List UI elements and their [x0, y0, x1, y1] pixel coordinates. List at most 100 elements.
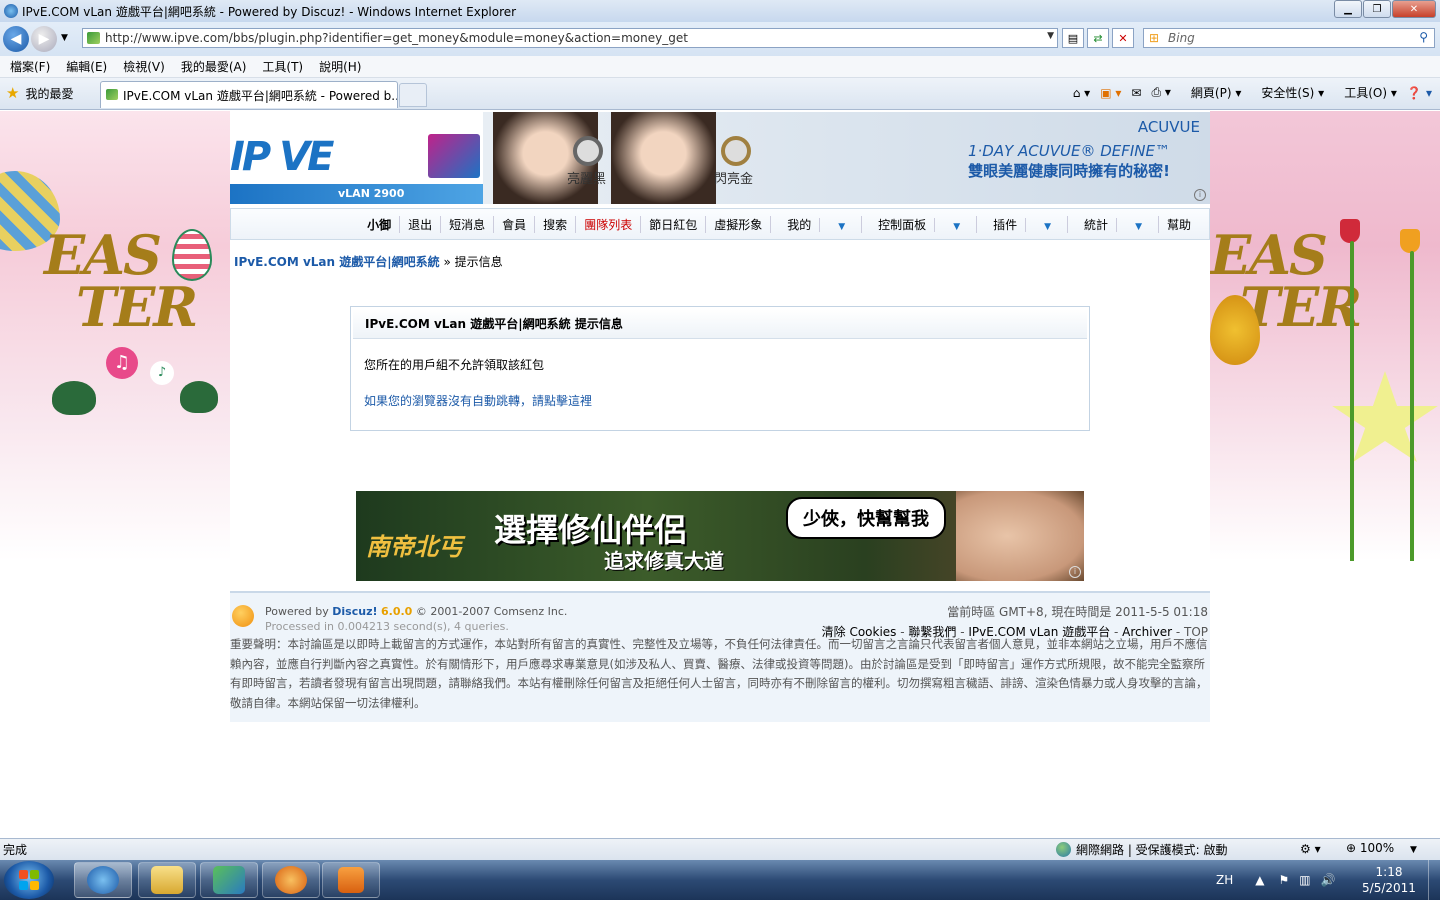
copyright: © 2001-2007 Comsenz Inc. — [415, 605, 568, 618]
back-button[interactable]: ◀ — [3, 26, 29, 52]
music-note-icon: ♫ — [106, 347, 138, 379]
nav-plugins[interactable]: 插件 ▼ — [977, 215, 1069, 233]
breadcrumb-current: 提示信息 — [454, 255, 503, 269]
compat-view-icon[interactable]: ▤ — [1062, 28, 1084, 48]
show-desktop-button[interactable] — [1428, 860, 1440, 900]
tulip-decoration — [1340, 219, 1360, 243]
nav-holiday-redpacket[interactable]: 節日紅包 — [641, 215, 707, 233]
nav-pm[interactable]: 短消息 — [441, 215, 495, 233]
bottom-advertisement[interactable]: 南帝北丐 選擇修仙伴侶 追求修真大道 少俠，快幫幫我 i — [356, 491, 1084, 581]
nav-avatar[interactable]: 虛擬形象 — [706, 215, 772, 233]
window-title: IPvE.COM vLan 遊戲平台|網吧系統 - Powered by Dis… — [22, 4, 517, 19]
lens-gold-label: 閃亮金 — [714, 172, 754, 187]
url-input[interactable]: http://www.ipve.com/bbs/plugin.php?ident… — [82, 28, 1058, 48]
search-icon[interactable]: ⚲ — [1419, 30, 1428, 44]
network-icon[interactable]: ▥ — [1299, 873, 1310, 887]
taskbar-explorer[interactable] — [138, 862, 196, 898]
lens-black-label: 亮麗黑 — [567, 172, 607, 187]
stop-icon[interactable]: ✕ — [1112, 28, 1134, 48]
tulip-decoration — [1400, 229, 1420, 253]
taskbar-messenger[interactable] — [200, 862, 258, 898]
language-indicator[interactable]: ZH — [1216, 873, 1233, 887]
easter-text-left-2: TER — [76, 275, 198, 339]
nav-control-panel[interactable]: 控制面板 ▼ — [862, 215, 978, 233]
site-favicon — [87, 32, 100, 44]
grass-decoration — [1350, 241, 1354, 561]
redirect-link[interactable]: 如果您的瀏覽器沒有自動跳轉，請點擊這裡 — [364, 392, 592, 409]
header-banner: IP VE vLAN 2900 亮麗黑 閃亮金 ACUVUE 1·DAY ACU… — [230, 112, 1210, 204]
security-zone[interactable]: 網際網路 | 受保護模式: 啟動 — [1056, 841, 1228, 858]
lens-black-image — [573, 136, 603, 166]
bing-icon: ⊞ — [1149, 31, 1160, 45]
nav-stats[interactable]: 統計 ▼ — [1068, 215, 1159, 233]
windows-logo-icon — [19, 870, 39, 890]
top-advertisement[interactable]: 亮麗黑 閃亮金 ACUVUE 1·DAY ACUVUE® DEFINE™ 雙眼美… — [483, 112, 1210, 204]
chevron-down-icon: ▼ — [1044, 221, 1052, 232]
menu-view[interactable]: 檢視(V) — [123, 58, 165, 75]
favorites-button[interactable]: ★ 我的最愛 — [6, 84, 73, 102]
nav-logout[interactable]: 退出 — [400, 215, 442, 233]
clock-time: 1:18 — [1375, 865, 1403, 879]
tab-favicon — [106, 89, 118, 100]
message-box: IPvE.COM vLan 遊戲平台|網吧系統 提示信息 您所在的用戶組不允許領… — [350, 306, 1090, 431]
tray-expand-icon[interactable]: ▲ — [1255, 873, 1264, 887]
ad-game-logo: 南帝北丐 — [366, 533, 462, 561]
menu-file[interactable]: 檔案(F) — [10, 58, 50, 75]
url-dropdown-icon[interactable]: ▼ — [1047, 31, 1054, 41]
clock[interactable]: 1:18 5/5/2011 — [1352, 864, 1426, 896]
nav-members[interactable]: 會員 — [494, 215, 536, 233]
taskbar-app[interactable] — [262, 862, 320, 898]
menu-tools[interactable]: 工具(T) — [262, 58, 303, 75]
menu-help[interactable]: 說明(H) — [319, 58, 361, 75]
mail-icon[interactable]: ✉ — [1131, 86, 1141, 100]
start-button[interactable] — [4, 861, 54, 899]
safety-menu[interactable]: 安全性(S) ▾ — [1251, 84, 1324, 101]
media-player-icon — [338, 867, 364, 893]
menu-edit[interactable]: 編輯(E) — [66, 58, 107, 75]
logo-text: IP VE — [230, 134, 334, 180]
breadcrumb-home[interactable]: IPvE.COM vLan 遊戲平台|網吧系統 — [234, 255, 440, 269]
taskbar-media[interactable] — [322, 862, 380, 898]
taskbar-ie[interactable] — [74, 862, 132, 898]
zoom-level[interactable]: ⊕ 100% — [1346, 841, 1394, 855]
search-input[interactable]: ⊞ Bing ⚲ — [1143, 28, 1435, 48]
volume-icon[interactable]: 🔊 — [1321, 873, 1336, 887]
page-footer: Powered by Discuz! 6.0.0 © 2001-2007 Com… — [230, 591, 1210, 722]
new-tab-button[interactable] — [399, 83, 427, 107]
home-icon[interactable]: ⌂ ▾ — [1073, 86, 1090, 100]
close-button[interactable]: ✕ — [1392, 0, 1436, 18]
feeds-icon[interactable]: ▣ ▾ — [1100, 86, 1121, 100]
minimize-button[interactable]: ▁ — [1334, 0, 1362, 18]
tab-active[interactable]: IPvE.COM vLan 遊戲平台|網吧系統 - Powered b... — [100, 81, 398, 108]
refresh-icon[interactable]: ⇄ — [1087, 28, 1109, 48]
ad-info-icon[interactable]: i — [1069, 566, 1081, 578]
discuz-link[interactable]: Discuz! — [332, 605, 377, 618]
chevron-down-icon: ▼ — [953, 221, 961, 232]
ie-icon — [87, 866, 119, 894]
message-text: 您所在的用戶組不允許領取該紅包 — [364, 358, 545, 372]
menu-favorites[interactable]: 我的最愛(A) — [181, 58, 247, 75]
ad-info-icon[interactable]: i — [1194, 189, 1206, 201]
breadcrumb: IPvE.COM vLan 遊戲平台|網吧系統 » 提示信息 — [234, 253, 503, 270]
maximize-button[interactable]: ❐ — [1363, 0, 1391, 18]
help-icon[interactable]: ❓ ▾ — [1407, 86, 1432, 100]
nav-team-list[interactable]: 團隊列表 — [576, 215, 642, 233]
page-menu[interactable]: 網頁(P) ▾ — [1181, 84, 1241, 101]
nav-search[interactable]: 搜索 — [535, 215, 577, 233]
zoom-dropdown-icon[interactable]: ▼ — [1410, 845, 1417, 855]
globe-icon — [1056, 842, 1071, 857]
tools-menu[interactable]: 工具(O) ▾ — [1334, 84, 1397, 101]
print-icon[interactable]: ⎙ ▾ — [1151, 85, 1170, 100]
clock-date: 5/5/2011 — [1362, 881, 1416, 895]
app-icon — [275, 866, 307, 894]
breadcrumb-sep: » — [443, 255, 451, 269]
nav-help[interactable]: 幫助 — [1159, 216, 1199, 233]
popup-icon[interactable]: ⚙ ▾ — [1300, 842, 1321, 856]
nav-username[interactable]: 小御 — [359, 215, 401, 233]
nav-my[interactable]: 我的 ▼ — [771, 215, 863, 233]
forward-button[interactable]: ▶ — [31, 26, 57, 52]
action-center-icon[interactable]: ⚑ — [1278, 873, 1289, 887]
history-dropdown-icon[interactable]: ▼ — [61, 33, 68, 43]
site-logo[interactable]: IP VE vLAN 2900 — [230, 112, 483, 204]
model-image — [611, 112, 716, 204]
